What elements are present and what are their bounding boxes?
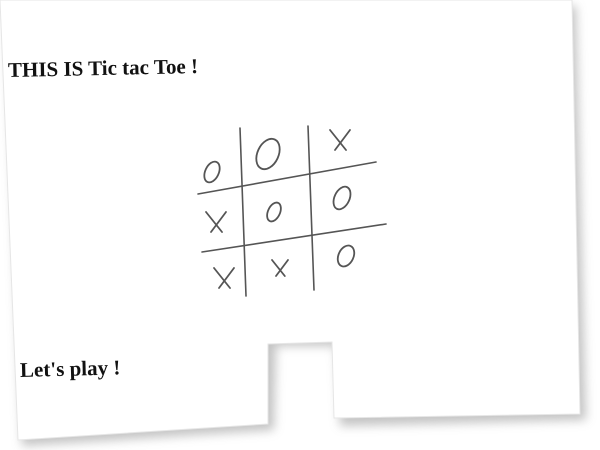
- tic-tac-toe-board[interactable]: [180, 120, 400, 310]
- board-cell-0-2[interactable]: [316, 120, 364, 160]
- board-cell-0-0[interactable]: [188, 152, 236, 192]
- lets-play-label: Let's play !: [19, 355, 121, 382]
- board-cell-1-2[interactable]: [318, 178, 366, 218]
- board-cell-1-0[interactable]: [192, 202, 240, 242]
- board-cell-0-1[interactable]: [244, 134, 292, 174]
- grid-line-vertical-2: [307, 125, 315, 291]
- page-title: THIS IS Tic tac Toe !: [7, 54, 199, 82]
- board-cell-2-1[interactable]: [256, 248, 304, 288]
- board-cell-2-0[interactable]: [200, 258, 248, 298]
- stage: THIS IS Tic tac Toe ! Let's play !: [0, 0, 600, 450]
- board-cell-1-1[interactable]: [250, 192, 298, 232]
- board-cell-2-2[interactable]: [322, 236, 370, 276]
